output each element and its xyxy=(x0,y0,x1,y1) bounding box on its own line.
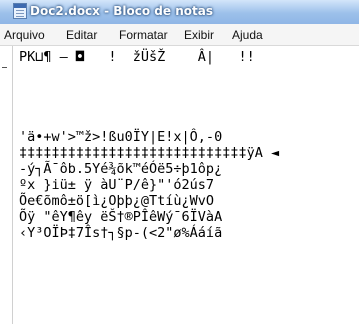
text-line: ‡‡‡‡‡‡‡‡‡‡‡‡‡‡‡‡‡‡‡‡‡‡‡‡‡‡‡‡ÿA ◄ xyxy=(19,145,280,161)
margin-mark xyxy=(2,67,7,68)
menu-ajuda[interactable]: Ajuda xyxy=(232,28,263,42)
notepad-icon xyxy=(13,3,27,19)
text-editor-area[interactable]: PK⊔¶ – ◘ ! žÜšŽ Â| !! 'ä•+w'>™ž>!ßu0ÏY|E… xyxy=(12,46,359,324)
title-bar[interactable]: Doc2.docx - Bloco de notas xyxy=(0,0,359,25)
text-line: 'ä•+w'>™ž>!ßu0ÏY|E!x|Ô,-0 xyxy=(19,129,223,145)
menu-formatar[interactable]: Formatar xyxy=(119,28,168,42)
text-line: PK⊔¶ – ◘ ! žÜšŽ Â| !! xyxy=(19,49,255,65)
menu-editar[interactable]: Editar xyxy=(66,28,97,42)
text-line: ºx }iü± ÿ àU¨P/ê}"'ó2ús7 xyxy=(19,177,215,193)
text-line: Õe€õmô±ö[ì¿Oþþ¿@Ttíù¿WvO xyxy=(19,193,215,209)
text-line: Õÿ "êY¶êy ëŠ†®PÎêWý¯6ÏVàA xyxy=(19,209,223,225)
menu-bar: Arquivo Editar Formatar Exibir Ajuda xyxy=(0,24,359,46)
text-line: -ý┐Ã¯ôb.5Yé¾õk™éÓë5÷þ1ôp¿ xyxy=(19,161,223,177)
menu-exibir[interactable]: Exibir xyxy=(184,28,214,42)
menu-arquivo[interactable]: Arquivo xyxy=(4,28,45,42)
window-title: Doc2.docx - Bloco de notas xyxy=(30,4,213,18)
text-line: ‹Y³OÏÞ‡7Îs†┐§p-(<2"ø%Ááíã xyxy=(19,225,223,241)
notepad-window: Doc2.docx - Bloco de notas Arquivo Edita… xyxy=(0,0,359,324)
